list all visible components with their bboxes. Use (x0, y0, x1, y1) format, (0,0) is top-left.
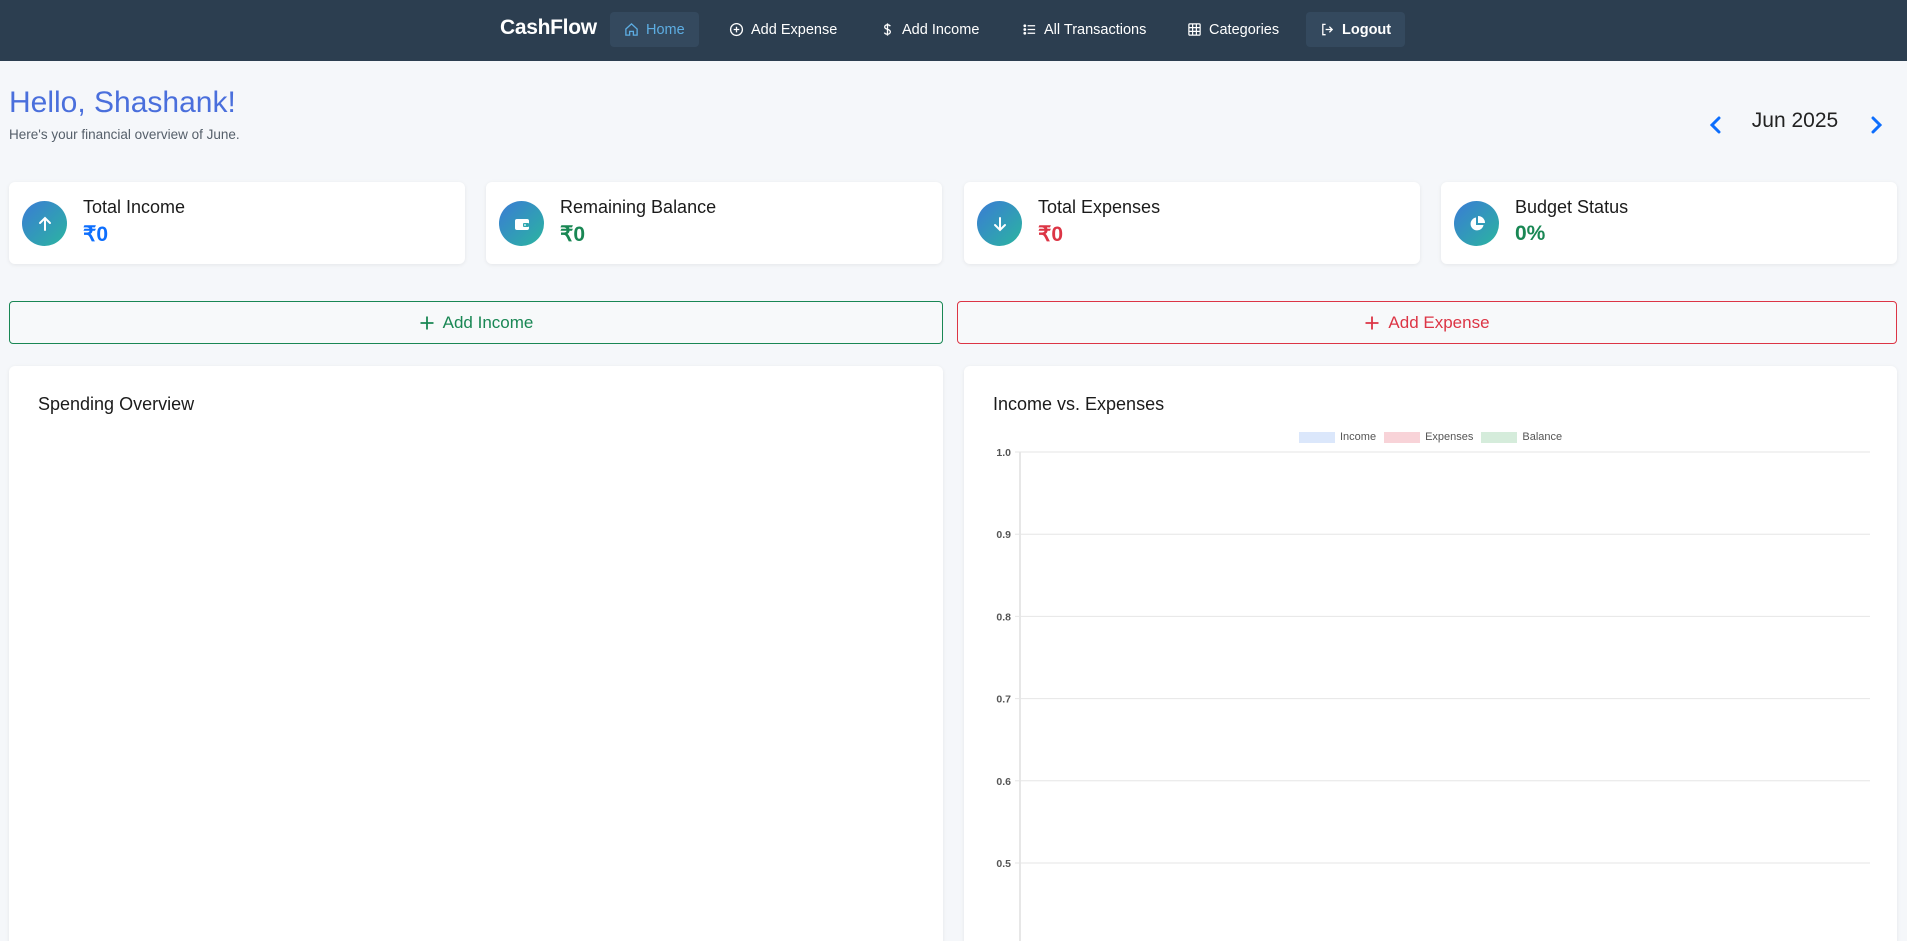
y-tick-label: 0.7 (996, 694, 1011, 706)
month-label: Jun 2025 (1751, 109, 1839, 132)
navbar: CashFlow Home Add Expense Add Income All… (0, 0, 1907, 61)
y-tick-label: 0.9 (996, 529, 1011, 541)
stat-label: Total Income (83, 197, 186, 217)
nav-home[interactable]: Home (610, 12, 699, 47)
nav-all-transactions[interactable]: All Transactions (1008, 12, 1160, 47)
pie-chart-icon (1470, 215, 1485, 230)
nav-categories[interactable]: Categories (1173, 12, 1293, 47)
greeting-subtitle: Here's your financial overview of June. (9, 127, 240, 142)
grid-icon (1188, 23, 1201, 36)
stat-card-total-income: Total Income ₹0 (9, 182, 465, 264)
y-tick-label: 0.8 (996, 611, 1011, 623)
nav-home-label: Home (646, 21, 685, 38)
nav-add-income[interactable]: Add Income (866, 12, 993, 47)
spending-overview-panel: Spending Overview (9, 366, 943, 941)
y-tick-label: 0.5 (996, 858, 1011, 870)
chevron-right-icon[interactable] (1866, 112, 1886, 138)
plus-icon (420, 316, 434, 329)
add-income-label: Add Income (442, 312, 534, 332)
plus-icon (1365, 316, 1379, 329)
spending-overview-title: Spending Overview (38, 394, 195, 414)
nav-logout[interactable]: Logout (1306, 12, 1406, 47)
greeting-heading: Hello, Shashank! (9, 86, 236, 119)
stat-label: Total Expenses (1038, 197, 1161, 217)
plus-circle-icon (729, 22, 744, 37)
add-expense-button[interactable]: Add Expense (957, 301, 1897, 344)
list-icon (1023, 24, 1036, 35)
stat-label: Budget Status (1515, 197, 1629, 217)
arrow-up-icon (38, 216, 51, 231)
wallet-icon (514, 218, 529, 230)
add-income-button[interactable]: Add Income (9, 301, 943, 344)
nav-logout-label: Logout (1342, 21, 1392, 38)
nav-add-expense-label: Add Expense (751, 21, 838, 38)
nav-add-income-label: Add Income (902, 21, 980, 38)
brand-logo[interactable]: CashFlow (500, 16, 597, 40)
y-tick-label: 0.6 (996, 776, 1011, 788)
y-tick-label: 1.0 (996, 447, 1011, 459)
income-expenses-chart: 1.0 0.9 0.8 0.7 0.6 0.5 (996, 447, 1870, 941)
arrow-down-icon (993, 216, 1006, 231)
income-vs-expenses-panel: Income vs. Expenses Income Expenses Bala… (964, 366, 1897, 941)
logout-icon (1322, 23, 1334, 36)
stat-label: Remaining Balance (560, 197, 717, 217)
stat-card-total-expenses: Total Expenses ₹0 (964, 182, 1420, 264)
stat-card-remaining-balance: Remaining Balance ₹0 (486, 182, 942, 264)
stat-card-budget-status: Budget Status 0% (1441, 182, 1897, 264)
nav-categories-label: Categories (1209, 21, 1280, 38)
nav-add-expense[interactable]: Add Expense (715, 12, 851, 47)
stat-value: 0% (1515, 222, 1546, 245)
nav-all-transactions-label: All Transactions (1044, 21, 1147, 38)
stat-value: ₹0 (560, 223, 586, 246)
stat-value: ₹0 (1038, 223, 1064, 246)
stat-value: ₹0 (83, 223, 109, 246)
add-expense-label: Add Expense (1388, 312, 1490, 332)
home-icon (625, 22, 638, 36)
dollar-icon (883, 23, 891, 36)
